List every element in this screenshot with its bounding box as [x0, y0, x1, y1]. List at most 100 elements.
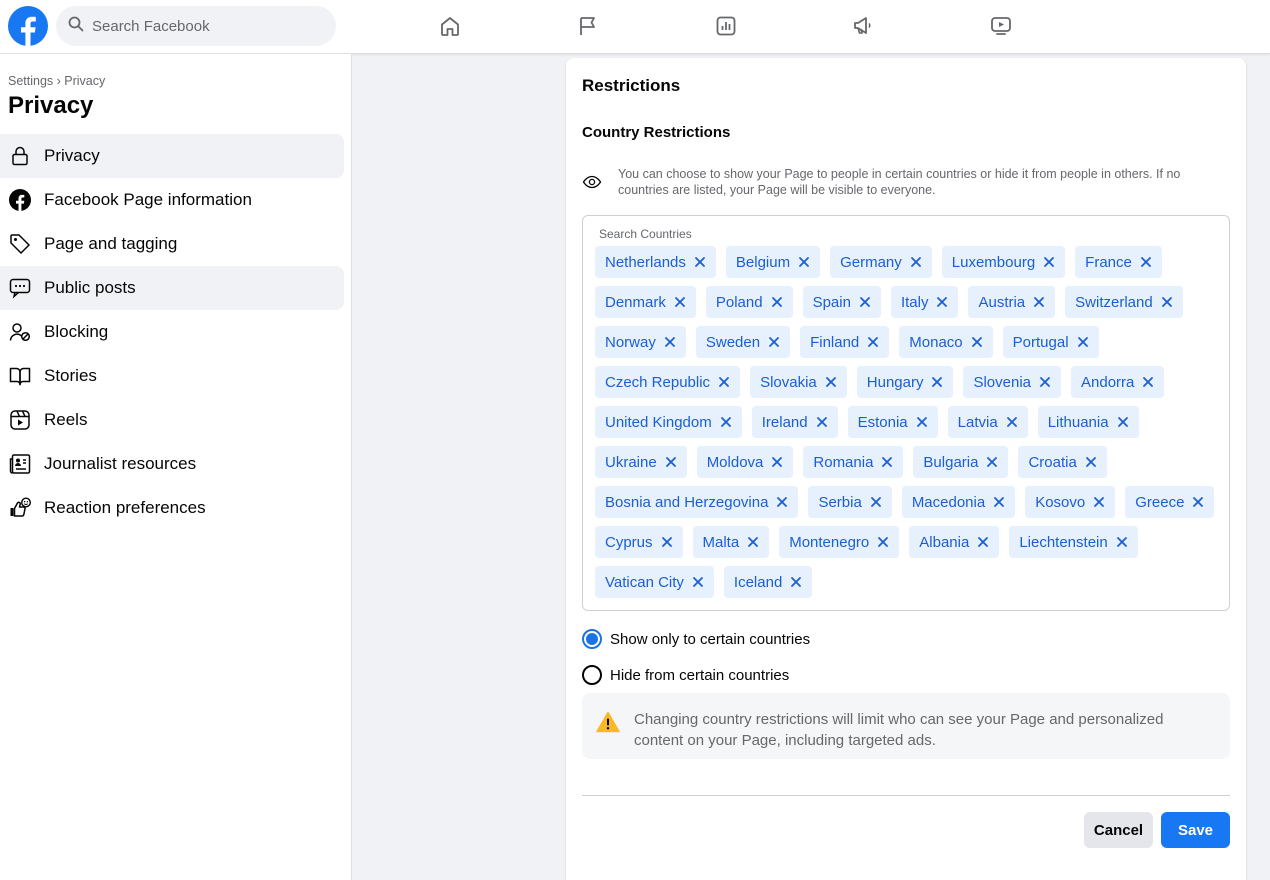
remove-tag-icon[interactable]	[916, 416, 928, 428]
remove-tag-icon[interactable]	[1142, 376, 1154, 388]
remove-tag-icon[interactable]	[1039, 376, 1051, 388]
country-tag[interactable]: Sweden	[695, 326, 791, 358]
country-tag[interactable]: France	[1075, 246, 1162, 278]
country-tag[interactable]: Cyprus	[595, 526, 683, 558]
remove-tag-icon[interactable]	[1140, 256, 1152, 268]
remove-tag-icon[interactable]	[1192, 496, 1204, 508]
remove-tag-icon[interactable]	[768, 336, 780, 348]
remove-tag-icon[interactable]	[870, 496, 882, 508]
country-tag[interactable]: Germany	[830, 246, 932, 278]
remove-tag-icon[interactable]	[665, 456, 677, 468]
remove-tag-icon[interactable]	[1117, 416, 1129, 428]
country-tag[interactable]: Estonia	[847, 406, 938, 438]
country-tag[interactable]: Finland	[800, 326, 890, 358]
remove-tag-icon[interactable]	[931, 376, 943, 388]
insights-icon[interactable]	[712, 12, 740, 40]
remove-tag-icon[interactable]	[877, 536, 889, 548]
remove-tag-icon[interactable]	[859, 296, 871, 308]
country-tag[interactable]: Monaco	[899, 326, 993, 358]
remove-tag-icon[interactable]	[1043, 256, 1055, 268]
remove-tag-icon[interactable]	[718, 376, 730, 388]
save-button[interactable]: Save	[1161, 812, 1230, 848]
facebook-logo-icon[interactable]	[8, 6, 48, 46]
remove-tag-icon[interactable]	[661, 536, 673, 548]
home-icon[interactable]	[436, 12, 464, 40]
country-tag[interactable]: Romania	[803, 446, 904, 478]
remove-tag-icon[interactable]	[692, 576, 704, 588]
country-tag[interactable]: Slovakia	[750, 366, 847, 398]
remove-tag-icon[interactable]	[747, 536, 759, 548]
show-only-option[interactable]: Show only to certain countries	[582, 629, 810, 649]
remove-tag-icon[interactable]	[798, 256, 810, 268]
country-tag[interactable]: Macedonia	[901, 486, 1016, 518]
country-tag[interactable]: Moldova	[696, 446, 794, 478]
remove-tag-icon[interactable]	[867, 336, 879, 348]
country-tag[interactable]: Ireland	[751, 406, 838, 438]
hide-from-radio[interactable]	[582, 665, 602, 685]
remove-tag-icon[interactable]	[790, 576, 802, 588]
country-tag[interactable]: Iceland	[723, 566, 813, 598]
breadcrumb[interactable]: Settings › Privacy	[8, 74, 105, 88]
country-tag[interactable]: Lithuania	[1037, 406, 1139, 438]
show-only-radio[interactable]	[582, 629, 602, 649]
sidebar-item-journalist-resources[interactable]: Journalist resources	[0, 442, 344, 486]
country-tag[interactable]: Malta	[692, 526, 770, 558]
remove-tag-icon[interactable]	[720, 416, 732, 428]
remove-tag-icon[interactable]	[993, 496, 1005, 508]
country-tag[interactable]: Liechtenstein	[1009, 526, 1138, 558]
sidebar-item-privacy[interactable]: Privacy	[0, 134, 344, 178]
sidebar-item-stories[interactable]: Stories	[0, 354, 344, 398]
remove-tag-icon[interactable]	[816, 416, 828, 428]
country-tag[interactable]: Andorra	[1071, 366, 1165, 398]
sidebar-item-page-and-tagging[interactable]: Page and tagging	[0, 222, 344, 266]
country-tag[interactable]: Luxembourg	[941, 246, 1066, 278]
country-tag[interactable]: Vatican City	[595, 566, 714, 598]
sidebar-item-blocking[interactable]: Blocking	[0, 310, 344, 354]
megaphone-icon[interactable]	[849, 12, 877, 40]
remove-tag-icon[interactable]	[1085, 456, 1097, 468]
remove-tag-icon[interactable]	[986, 456, 998, 468]
remove-tag-icon[interactable]	[825, 376, 837, 388]
country-tag[interactable]: Portugal	[1002, 326, 1099, 358]
sidebar-item-public-posts[interactable]: Public posts	[0, 266, 344, 310]
country-tag[interactable]: Slovenia	[963, 366, 1062, 398]
remove-tag-icon[interactable]	[771, 456, 783, 468]
country-tag[interactable]: Serbia	[808, 486, 892, 518]
video-icon[interactable]	[987, 12, 1015, 40]
country-tag[interactable]: Greece	[1125, 486, 1215, 518]
cancel-button[interactable]: Cancel	[1084, 812, 1153, 848]
country-tag[interactable]: Bulgaria	[913, 446, 1009, 478]
country-tag[interactable]: Czech Republic	[595, 366, 741, 398]
remove-tag-icon[interactable]	[1161, 296, 1173, 308]
remove-tag-icon[interactable]	[977, 536, 989, 548]
country-tag[interactable]: Norway	[595, 326, 686, 358]
remove-tag-icon[interactable]	[771, 296, 783, 308]
remove-tag-icon[interactable]	[1033, 296, 1045, 308]
remove-tag-icon[interactable]	[674, 296, 686, 308]
remove-tag-icon[interactable]	[1093, 496, 1105, 508]
country-tag[interactable]: Hungary	[856, 366, 954, 398]
remove-tag-icon[interactable]	[1116, 536, 1128, 548]
hide-from-option[interactable]: Hide from certain countries	[582, 665, 789, 685]
country-tag[interactable]: Ukraine	[595, 446, 687, 478]
country-tag[interactable]: Spain	[802, 286, 881, 318]
country-tag[interactable]: Kosovo	[1025, 486, 1116, 518]
country-tag[interactable]: Croatia	[1018, 446, 1107, 478]
sidebar-item-facebook-page-information[interactable]: Facebook Page information	[0, 178, 344, 222]
country-search-box[interactable]: Search Countries Netherlands Belgium Germa…	[582, 215, 1230, 611]
sidebar-item-reaction-preferences[interactable]: Reaction preferences	[0, 486, 344, 530]
country-tag[interactable]: Belgium	[725, 246, 821, 278]
country-tag[interactable]: Albania	[909, 526, 1000, 558]
remove-tag-icon[interactable]	[936, 296, 948, 308]
country-tag[interactable]: Latvia	[947, 406, 1028, 438]
remove-tag-icon[interactable]	[1006, 416, 1018, 428]
sidebar-item-reels[interactable]: Reels	[0, 398, 344, 442]
remove-tag-icon[interactable]	[776, 496, 788, 508]
remove-tag-icon[interactable]	[1077, 336, 1089, 348]
remove-tag-icon[interactable]	[910, 256, 922, 268]
country-tag[interactable]: Poland	[705, 286, 793, 318]
country-tag[interactable]: Switzerland	[1065, 286, 1183, 318]
country-tag[interactable]: Netherlands	[595, 246, 716, 278]
remove-tag-icon[interactable]	[664, 336, 676, 348]
search-input[interactable]	[92, 17, 312, 35]
